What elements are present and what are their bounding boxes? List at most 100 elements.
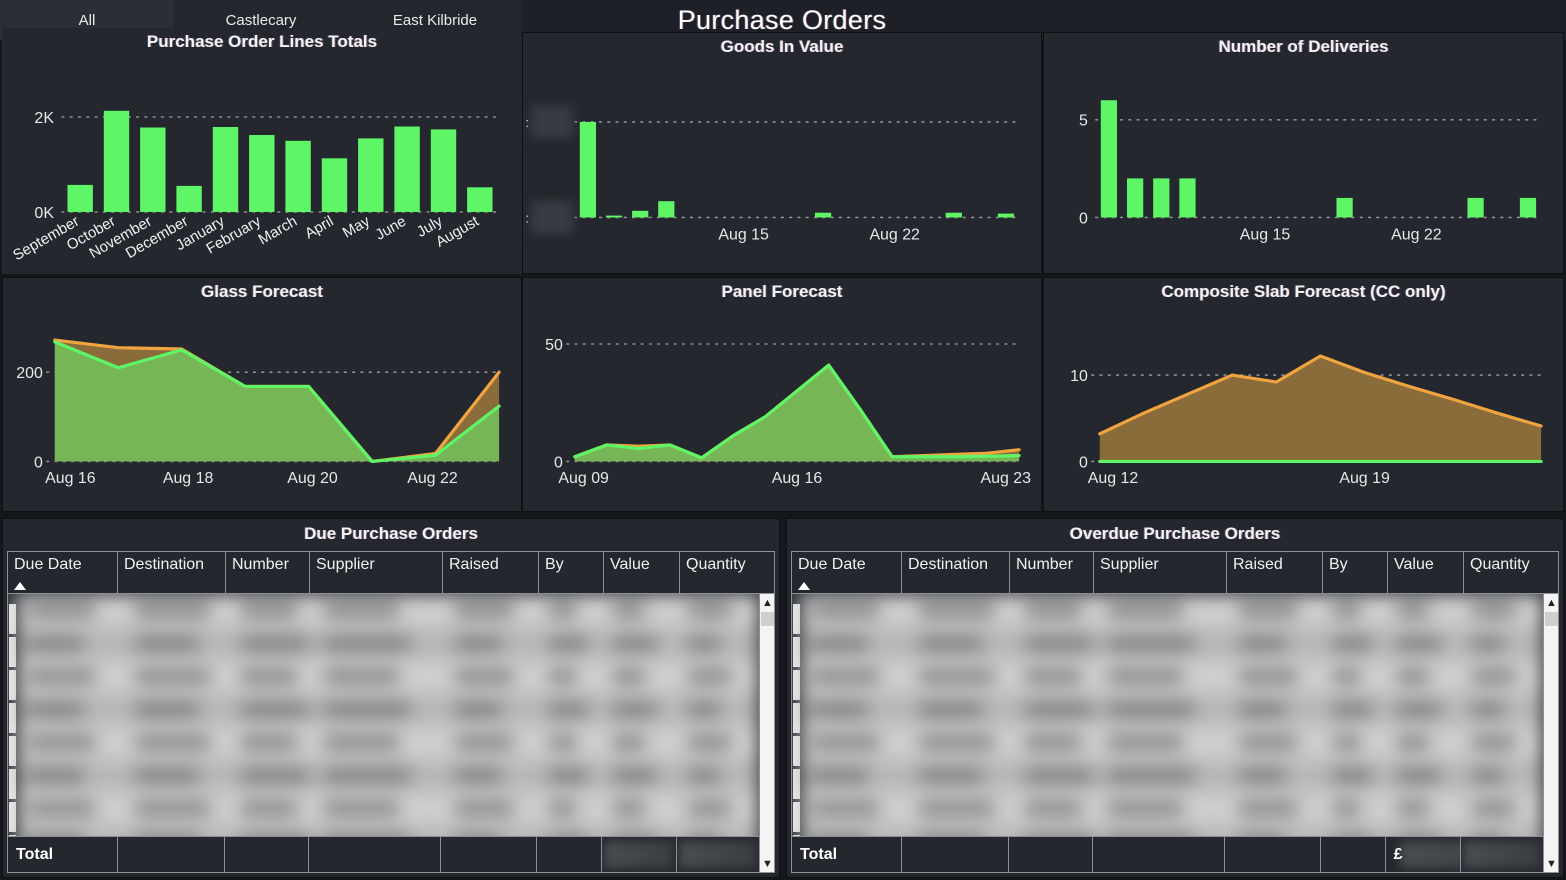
column-header-by[interactable]: By	[539, 552, 604, 593]
table-cell	[539, 759, 603, 792]
table-cell	[125, 627, 231, 660]
redacted-value	[1472, 671, 1516, 682]
table-row[interactable]	[17, 660, 759, 693]
column-header-number[interactable]: Number	[226, 552, 310, 593]
redacted-value	[1333, 671, 1361, 682]
row-selector-tab[interactable]	[793, 802, 800, 832]
column-header-value[interactable]: Value	[604, 552, 680, 593]
table-rows-redacted[interactable]	[17, 594, 759, 836]
table-cell	[125, 825, 231, 836]
svg-text:August: August	[433, 212, 483, 250]
chart-panel-composite-slab-forecast: Composite Slab Forecast (CC only) 0 10 Aug…	[1043, 277, 1564, 512]
row-selector-tab[interactable]	[9, 604, 16, 634]
redacted-total-quantity	[1463, 841, 1541, 868]
table-row[interactable]	[801, 693, 1543, 726]
svg-text:March: March	[256, 213, 301, 249]
column-header-supplier[interactable]: Supplier	[310, 552, 443, 593]
table-cell	[678, 660, 759, 693]
vertical-scrollbar[interactable]: ▲ ▼	[1543, 594, 1558, 872]
scroll-up-icon[interactable]: ▲	[760, 594, 774, 611]
redacted-value	[324, 803, 400, 814]
svg-text:Aug 16: Aug 16	[772, 470, 823, 487]
svg-text:Aug 20: Aug 20	[287, 470, 338, 487]
redacted-value	[688, 770, 721, 781]
table-cell	[314, 825, 445, 836]
table-cell	[314, 594, 445, 627]
table-row[interactable]	[17, 594, 759, 627]
scroll-up-icon[interactable]: ▲	[1544, 594, 1558, 611]
row-selector-tab[interactable]	[9, 802, 16, 832]
redacted-value	[613, 770, 657, 781]
vertical-scrollbar[interactable]: ▲ ▼	[759, 594, 774, 872]
column-header-raised[interactable]: Raised	[443, 552, 539, 593]
row-selector-tab[interactable]	[793, 637, 800, 667]
table-cell	[603, 594, 678, 627]
row-selector-tab[interactable]	[793, 769, 800, 799]
row-selector-tab[interactable]	[9, 703, 16, 733]
row-selector-tab[interactable]	[793, 703, 800, 733]
table-cell	[1323, 825, 1387, 836]
table-row[interactable]	[801, 627, 1543, 660]
column-header-quantity[interactable]: Quantity	[1464, 552, 1546, 593]
redacted-value	[241, 671, 298, 682]
column-header-label: Supplier	[316, 556, 375, 573]
row-selector-tab[interactable]	[9, 670, 16, 700]
table-cell	[909, 825, 1015, 836]
table-row[interactable]	[17, 759, 759, 792]
table-cell	[1323, 792, 1387, 825]
scrollbar-thumb[interactable]	[1545, 612, 1558, 626]
redacted-value	[688, 638, 721, 649]
table-cell	[1323, 660, 1387, 693]
table-cell	[603, 825, 678, 836]
svg-text:Aug 15: Aug 15	[1240, 226, 1291, 243]
table-row[interactable]	[801, 660, 1543, 693]
table-row[interactable]	[17, 693, 759, 726]
table-cell	[17, 660, 125, 693]
redacted-value	[1238, 638, 1286, 649]
table-cell	[231, 660, 314, 693]
row-selector-tab[interactable]	[793, 604, 800, 634]
column-header-quantity[interactable]: Quantity	[680, 552, 762, 593]
row-selector-tab[interactable]	[9, 736, 16, 766]
row-selector-tab[interactable]	[9, 769, 16, 799]
scroll-down-icon[interactable]: ▼	[1544, 855, 1558, 872]
table-cell	[909, 693, 1015, 726]
table-cell	[678, 627, 759, 660]
table-row[interactable]	[801, 594, 1543, 627]
table-row[interactable]	[17, 627, 759, 660]
bar-Aug 25	[945, 212, 962, 218]
row-selector-gutter	[8, 594, 17, 836]
column-header-number[interactable]: Number	[1010, 552, 1094, 593]
table-row[interactable]	[801, 759, 1543, 792]
row-selector-tab[interactable]	[793, 736, 800, 766]
svg-text:Aug 15: Aug 15	[718, 226, 769, 243]
column-header-destination[interactable]: Destination	[118, 552, 226, 593]
row-selector-tab[interactable]	[793, 670, 800, 700]
redacted-value	[1025, 737, 1082, 748]
column-header-due-date[interactable]: Due Date	[792, 552, 902, 593]
table-rows-redacted[interactable]	[801, 594, 1543, 836]
table-row[interactable]	[17, 825, 759, 836]
table-cell	[1015, 825, 1098, 836]
column-header-due-date[interactable]: Due Date	[8, 552, 118, 593]
column-header-value[interactable]: Value	[1388, 552, 1464, 593]
scrollbar-thumb[interactable]	[761, 612, 774, 626]
redacted-value	[549, 704, 588, 715]
column-header-label: Destination	[908, 556, 989, 573]
redacted-value	[811, 704, 868, 715]
column-header-raised[interactable]: Raised	[1227, 552, 1323, 593]
redacted-value	[919, 737, 995, 748]
row-selector-tab[interactable]	[9, 637, 16, 667]
table-cell	[125, 594, 231, 627]
table-row[interactable]	[17, 726, 759, 759]
table-row[interactable]	[17, 792, 759, 825]
table-cell	[678, 759, 759, 792]
column-header-destination[interactable]: Destination	[902, 552, 1010, 593]
redacted-value	[1397, 770, 1441, 781]
column-header-supplier[interactable]: Supplier	[1094, 552, 1227, 593]
table-row[interactable]	[801, 825, 1543, 836]
scroll-down-icon[interactable]: ▼	[760, 855, 774, 872]
column-header-by[interactable]: By	[1323, 552, 1388, 593]
table-row[interactable]	[801, 792, 1543, 825]
table-row[interactable]	[801, 726, 1543, 759]
